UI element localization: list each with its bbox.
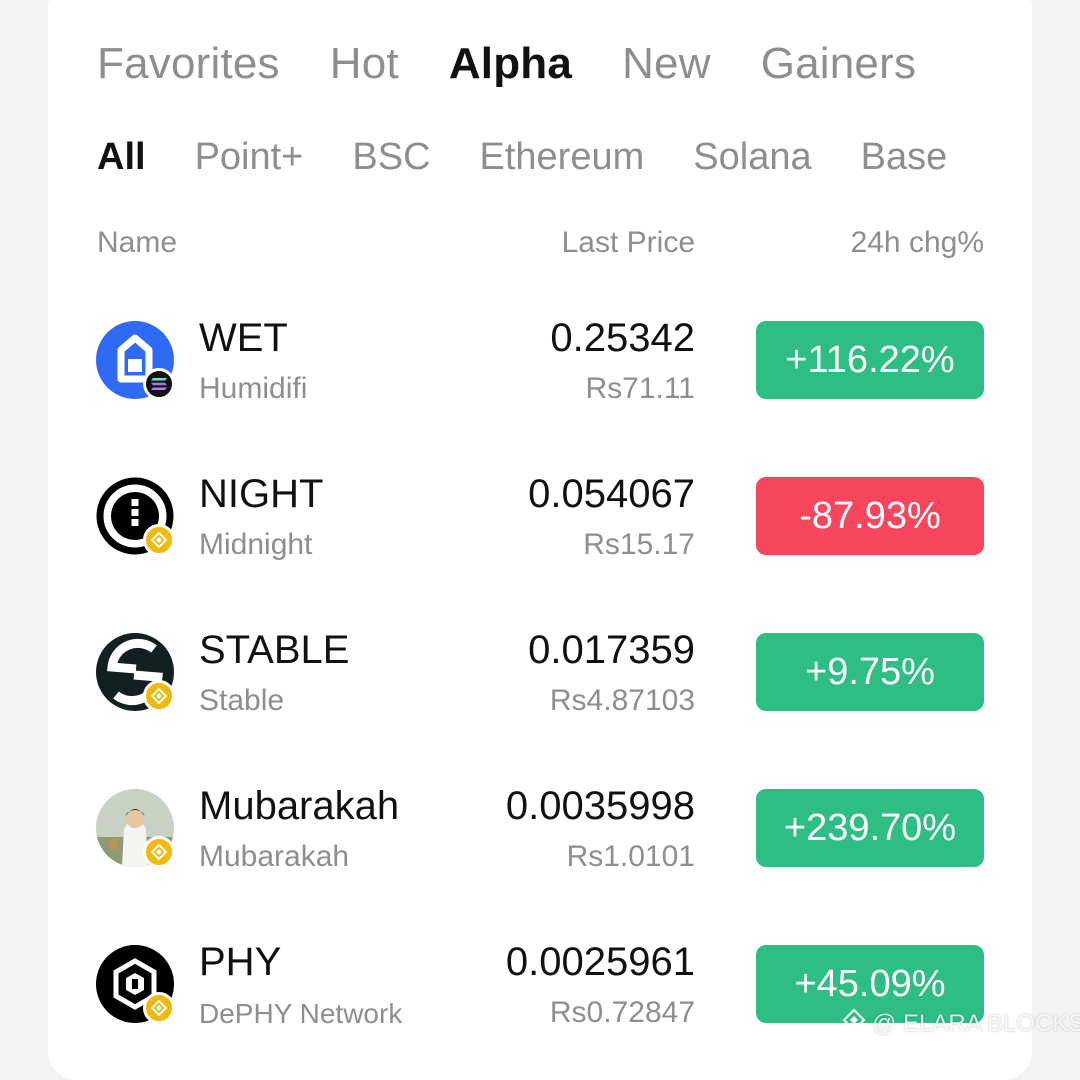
main-tabs: Favorites Hot Alpha New Gainers: [97, 36, 966, 92]
last-price: 0.0035998: [505, 784, 695, 828]
fiat-price: Rs0.72847: [549, 996, 695, 1029]
fiat-price: Rs1.0101: [566, 840, 695, 873]
watermark: @ ELARA BLOCKS: [842, 1008, 1080, 1039]
mubarakah-avatar-icon: [96, 789, 175, 868]
change-badge[interactable]: +239.70%: [756, 789, 984, 867]
tab-alpha[interactable]: Alpha: [449, 39, 572, 89]
bnb-badge-icon: [143, 680, 175, 712]
dephy-logo-icon: [96, 945, 175, 1024]
token-name: DePHY Network: [199, 998, 403, 1029]
bnb-badge-icon: [143, 524, 175, 556]
fiat-price: Rs4.87103: [549, 684, 695, 717]
stable-logo-icon: [96, 633, 175, 712]
column-header-last-price[interactable]: Last Price: [562, 226, 695, 260]
filter-all[interactable]: All: [97, 136, 146, 179]
bnb-badge-icon: [143, 992, 175, 1024]
token-symbol: WET: [199, 316, 288, 360]
last-price: 0.0025961: [505, 940, 695, 984]
midnight-logo-icon: [96, 477, 175, 556]
filter-ethereum[interactable]: Ethereum: [480, 136, 645, 179]
humidifi-logo-icon: [96, 321, 175, 400]
fiat-price: Rs71.11: [585, 372, 695, 405]
token-symbol: STABLE: [199, 628, 350, 672]
watermark-text: @ ELARA BLOCKS: [872, 1009, 1080, 1037]
token-symbol: Mubarakah: [199, 784, 400, 828]
market-row[interactable]: WET Humidifi 0.25342 Rs71.11 +116.22%: [0, 282, 1080, 438]
change-badge[interactable]: -87.93%: [756, 477, 984, 555]
filter-point-plus[interactable]: Point+: [195, 136, 304, 179]
fiat-price: Rs15.17: [583, 528, 695, 561]
chain-filter-tabs: All Point+ BSC Ethereum Solana Base: [97, 133, 996, 181]
column-header-name[interactable]: Name: [97, 226, 177, 260]
solana-badge-icon: [143, 368, 175, 400]
token-name: Stable: [199, 684, 285, 717]
token-name: Humidifi: [199, 372, 308, 405]
filter-solana[interactable]: Solana: [693, 136, 811, 179]
tab-new[interactable]: New: [622, 39, 711, 89]
last-price: 0.017359: [528, 628, 695, 672]
token-symbol: PHY: [199, 940, 282, 984]
tab-gainers[interactable]: Gainers: [761, 39, 916, 89]
watermark-diamond-icon: [842, 1008, 866, 1039]
column-header-change[interactable]: 24h chg%: [851, 226, 984, 260]
market-row[interactable]: NIGHT Midnight 0.054067 Rs15.17 -87.93%: [0, 438, 1080, 594]
tab-favorites[interactable]: Favorites: [97, 39, 280, 89]
market-row[interactable]: STABLE Stable 0.017359 Rs4.87103 +9.75%: [0, 594, 1080, 750]
market-row[interactable]: Mubarakah Mubarakah 0.0035998 Rs1.0101 +…: [0, 750, 1080, 906]
last-price: 0.25342: [550, 316, 695, 360]
tab-hot[interactable]: Hot: [330, 39, 399, 89]
filter-base[interactable]: Base: [861, 136, 948, 179]
token-symbol: NIGHT: [199, 472, 324, 516]
change-badge[interactable]: +116.22%: [756, 321, 984, 399]
token-name: Midnight: [199, 528, 313, 561]
filter-bsc[interactable]: BSC: [352, 136, 430, 179]
bnb-badge-icon: [143, 836, 175, 868]
last-price: 0.054067: [528, 472, 695, 516]
token-name: Mubarakah: [199, 840, 350, 873]
change-badge[interactable]: +9.75%: [756, 633, 984, 711]
